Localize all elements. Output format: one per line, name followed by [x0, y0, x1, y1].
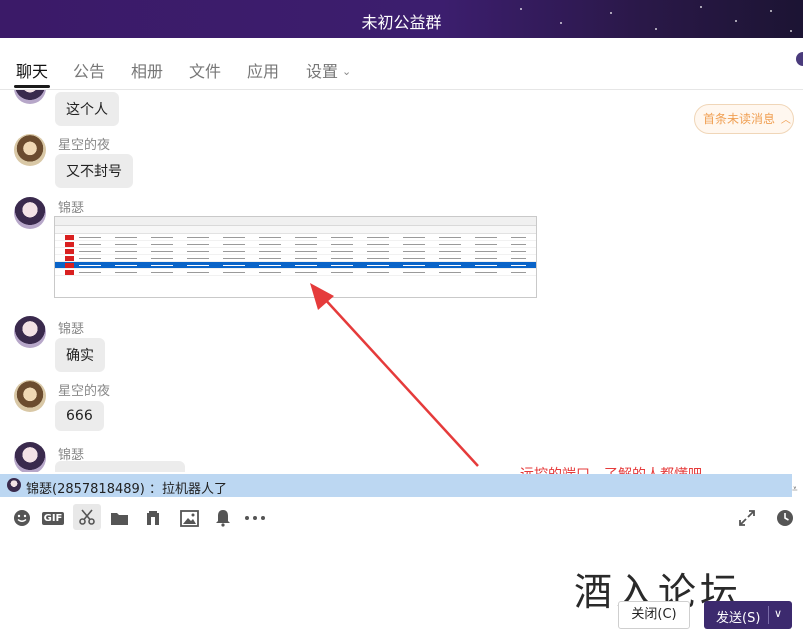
expand-icon[interactable]: [736, 508, 758, 528]
avatar[interactable]: [14, 380, 46, 412]
collapse-icon[interactable]: ⩡: [792, 484, 798, 495]
chevron-up-icon: ︿: [780, 115, 791, 126]
avatar[interactable]: [14, 316, 46, 348]
message-bubble: [55, 461, 185, 472]
send-label: 发送(S): [716, 611, 761, 626]
tab-chat[interactable]: 聊天: [16, 58, 48, 82]
chevron-down-icon[interactable]: ∨: [774, 607, 782, 620]
more-icon[interactable]: [244, 508, 266, 528]
sender-name: 星空的夜: [58, 384, 111, 399]
message-bubble: 666: [55, 401, 104, 431]
message-bubble: 确实: [55, 338, 105, 372]
tab-album[interactable]: 相册: [131, 58, 163, 82]
gif-icon[interactable]: GIF: [41, 508, 65, 528]
scissors-icon[interactable]: [73, 504, 101, 530]
emoji-icon[interactable]: [11, 508, 33, 528]
close-button[interactable]: 关闭(C): [618, 601, 690, 629]
screenshot-row-selected: [55, 262, 536, 269]
gif-label: GIF: [41, 511, 65, 525]
tab-announcements[interactable]: 公告: [73, 58, 105, 82]
screenshot-menu-bar: [55, 217, 536, 226]
title-bar: 未初公益群: [0, 0, 803, 38]
side-panel-handle[interactable]: [796, 52, 803, 66]
avatar[interactable]: [14, 134, 46, 166]
tab-bar: 聊天 公告 相册 文件 应用 设置 ⌄: [0, 38, 803, 90]
sender-name: 锦瑟: [58, 201, 85, 216]
tab-files[interactable]: 文件: [189, 58, 221, 82]
tab-settings-label: 设置: [306, 62, 339, 81]
active-tab-indicator: [14, 85, 50, 88]
message-bubble: 又不封号: [55, 154, 133, 188]
notification-text: 锦瑟(2857818489) ：拉机器人了: [26, 482, 227, 497]
send-button[interactable]: 发送(S) ∨: [704, 601, 792, 629]
screenshot-table-header: [55, 226, 536, 234]
remote-control-screenshot[interactable]: [54, 216, 537, 298]
folder-icon[interactable]: [108, 508, 130, 528]
chevron-down-icon: ⌄: [342, 65, 352, 78]
avatar[interactable]: [14, 197, 46, 229]
group-notification-bar[interactable]: 锦瑟(2857818489) ：拉机器人了: [0, 474, 792, 497]
screenshot-row: [55, 234, 536, 241]
input-toolbar: GIF: [0, 500, 803, 536]
tab-apps[interactable]: 应用: [247, 58, 279, 82]
screenshot-row: [55, 269, 536, 276]
history-clock-icon[interactable]: [774, 508, 796, 528]
notification-avatar: [7, 478, 21, 492]
screenshot-row: [55, 248, 536, 255]
chat-message-list[interactable]: 这个人 星空的夜 又不封号 锦瑟 锦瑟 确实 星空的夜 666 锦瑟: [0, 90, 803, 472]
send-separator: [768, 606, 769, 624]
avatar[interactable]: [14, 90, 46, 104]
screenshot-row: [55, 241, 536, 248]
image-icon[interactable]: [178, 508, 200, 528]
unread-label: 首条未读消息: [703, 112, 776, 126]
screenshot-row: [55, 255, 536, 262]
window-title: 未初公益群: [361, 13, 442, 32]
message-bubble: 这个人: [55, 92, 119, 126]
sender-name: 星空的夜: [58, 138, 111, 153]
avatar[interactable]: [14, 442, 46, 472]
music-icon[interactable]: [142, 508, 164, 528]
bell-icon[interactable]: [212, 508, 234, 528]
unread-messages-pill[interactable]: 首条未读消息 ︿: [694, 104, 794, 134]
tab-settings[interactable]: 设置 ⌄: [306, 58, 351, 82]
sender-name: 锦瑟: [58, 322, 85, 337]
